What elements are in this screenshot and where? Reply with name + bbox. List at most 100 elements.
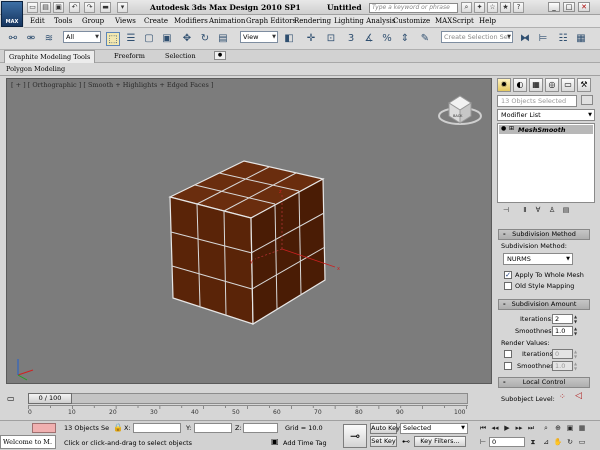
current-frame-field[interactable]: 0 [489, 437, 525, 447]
align-icon[interactable]: ⊨ [536, 32, 550, 46]
set-key-button[interactable]: Set Key [370, 436, 397, 447]
menu-help[interactable]: Help [479, 17, 496, 25]
select-and-manipulate-icon[interactable]: ✛ [304, 32, 318, 46]
old-style-mapping-checkbox[interactable] [504, 282, 512, 290]
modifier-list-dropdown[interactable]: Modifier List ▼ [497, 109, 595, 121]
spinner-arrows-icon[interactable]: ▲ ▼ [574, 349, 579, 359]
snaps-toggle-icon[interactable]: 3 [344, 32, 358, 46]
select-by-name-icon[interactable]: ☰ [124, 32, 138, 46]
spinner-snap-icon[interactable]: ⇕ [398, 32, 412, 46]
time-slider-thumb[interactable]: 0 / 100 [28, 393, 72, 404]
close-button[interactable]: ✕ [578, 2, 590, 12]
percent-snap-icon[interactable]: % [380, 32, 394, 46]
utilities-tab-icon[interactable]: ⚒ [577, 78, 591, 92]
polygon-modeling-panel[interactable]: Polygon Modeling [6, 65, 65, 73]
subscription-icon[interactable]: ✦ [474, 2, 485, 13]
redo-icon[interactable]: ↷ [84, 2, 95, 13]
select-and-link-icon[interactable]: ⚯ [6, 32, 20, 46]
maxscript-listener-field[interactable]: Welcome to M. [0, 435, 56, 449]
bind-to-space-warp-icon[interactable]: ≋ [42, 32, 56, 46]
x-coordinate-field[interactable] [133, 423, 181, 433]
graphite-ribbon-toggle-icon[interactable]: ▦ [574, 32, 588, 46]
time-configuration-icon[interactable]: ⧗ [528, 437, 538, 447]
menu-lighting-analysis[interactable]: Lighting Analysis [334, 17, 396, 25]
modify-tab-icon[interactable]: ◐ [513, 78, 527, 92]
search-icon[interactable]: ⌕ [461, 2, 472, 13]
subdivision-method-dropdown[interactable]: NURMS ▼ [503, 253, 573, 265]
render-iterations-spinner[interactable]: 0 [552, 349, 573, 359]
keyboard-shortcut-override-icon[interactable]: ⊡ [324, 32, 338, 46]
selection-filter-dropdown[interactable]: All ▼ [63, 31, 101, 43]
iterations-spinner[interactable]: 2 [552, 314, 573, 324]
menu-customize[interactable]: Customize [393, 17, 430, 25]
spinner-arrows-icon[interactable]: ▲ ▼ [574, 314, 579, 324]
pan-view-icon[interactable]: ✋ [553, 437, 563, 447]
reference-coordinate-dropdown[interactable]: View ▼ [240, 31, 278, 43]
go-to-end-icon[interactable]: ⏭ [526, 423, 536, 433]
orbit-icon[interactable]: ↻ [565, 437, 575, 447]
maximize-viewport-icon[interactable]: ▭ [577, 437, 587, 447]
apply-whole-mesh-checkbox[interactable]: ✓ [504, 271, 512, 279]
auto-key-button[interactable]: Auto Key [370, 423, 400, 434]
play-icon[interactable]: ▶ [502, 423, 512, 433]
open-file-icon[interactable]: ▤ [40, 2, 51, 13]
ribbon-options-icon[interactable]: ● [214, 51, 226, 60]
select-and-scale-icon[interactable]: ▤ [216, 32, 230, 46]
z-coordinate-field[interactable] [243, 423, 278, 433]
set-key-mode-icon[interactable]: ⊸ [343, 424, 367, 448]
undo-icon[interactable]: ↶ [69, 2, 80, 13]
pin-stack-icon[interactable]: ⊣ [501, 205, 511, 215]
rectangular-selection-region-icon[interactable]: ▢ [142, 32, 156, 46]
make-unique-icon[interactable]: ∀ [533, 205, 543, 215]
quick-access-dropdown-icon[interactable]: ▾ [117, 2, 128, 13]
stack-item-meshsmooth[interactable]: ● ⊞ MeshSmooth [499, 125, 593, 134]
layer-manager-icon[interactable]: ☷ [556, 32, 570, 46]
time-slider-track[interactable] [28, 393, 468, 404]
select-object-icon[interactable]: ⬚ [106, 32, 120, 46]
search-input[interactable]: Type a keyword or phrase [369, 3, 458, 13]
vertex-subobject-icon[interactable]: ⁘ [559, 392, 566, 401]
hierarchy-tab-icon[interactable]: ▦ [529, 78, 543, 92]
menu-modifiers[interactable]: Modifiers [174, 17, 208, 25]
object-name-field[interactable]: 13 Objects Selected [497, 95, 577, 107]
spinner-arrows-icon[interactable]: ▲ ▼ [574, 361, 579, 371]
add-time-tag-button[interactable]: Add Time Tag [283, 439, 327, 447]
menu-create[interactable]: Create [144, 17, 168, 25]
menu-rendering[interactable]: Rendering [294, 17, 331, 25]
favorites-icon[interactable]: ★ [500, 2, 511, 13]
show-end-result-icon[interactable]: Ⅱ [520, 205, 530, 215]
select-and-move-icon[interactable]: ✥ [180, 32, 194, 46]
named-selection-set-dropdown[interactable]: Create Selection Set ▼ [441, 31, 513, 43]
communication-center-icon[interactable]: ☆ [487, 2, 498, 13]
key-mode-dropdown[interactable]: Selected ▼ [400, 423, 468, 434]
mini-curve-editor-icon[interactable]: ▭ [7, 394, 15, 403]
app-logo[interactable]: MAX [1, 1, 23, 27]
smoothness-spinner[interactable]: 1.0 [552, 326, 573, 336]
angle-snap-icon[interactable]: ∡ [362, 32, 376, 46]
time-tag-icon[interactable]: ▣ [271, 437, 279, 446]
render-smoothness-spinner[interactable]: 1.0 [552, 361, 573, 371]
menu-maxscript[interactable]: MAXScript [435, 17, 474, 25]
key-mode-toggle-icon[interactable]: ⊢ [478, 437, 488, 447]
menu-graph-editors[interactable]: Graph Editors [246, 17, 296, 25]
viewcube-icon[interactable]: BACK [438, 95, 482, 125]
zoom-all-icon[interactable]: ⊕ [553, 423, 563, 433]
configure-modifier-sets-icon[interactable]: ▤ [561, 205, 571, 215]
menu-group[interactable]: Group [82, 17, 104, 25]
selection-lock-icon[interactable]: 🔒 [113, 423, 123, 432]
pivot-center-icon[interactable]: ◧ [282, 32, 296, 46]
help-icon[interactable]: ? [513, 2, 524, 13]
expand-plus-icon[interactable]: ⊞ [509, 125, 514, 132]
create-tab-icon[interactable]: ✹ [497, 78, 511, 92]
remove-modifier-icon[interactable]: ♙ [547, 205, 557, 215]
tab-selection[interactable]: Selection [165, 52, 196, 60]
window-crossing-icon[interactable]: ▣ [160, 32, 174, 46]
spinner-arrows-icon[interactable]: ▲ ▼ [574, 326, 579, 336]
save-file-icon[interactable]: ▣ [53, 2, 64, 13]
go-to-start-icon[interactable]: ⏮ [478, 423, 488, 433]
key-filters-button[interactable]: Key Filters... [414, 436, 466, 447]
object-color-swatch[interactable] [581, 95, 593, 105]
motion-tab-icon[interactable]: ◎ [545, 78, 559, 92]
subdivision-method-rollout[interactable]: - Subdivision Method [498, 229, 590, 240]
render-smoothness-checkbox[interactable] [504, 362, 512, 370]
